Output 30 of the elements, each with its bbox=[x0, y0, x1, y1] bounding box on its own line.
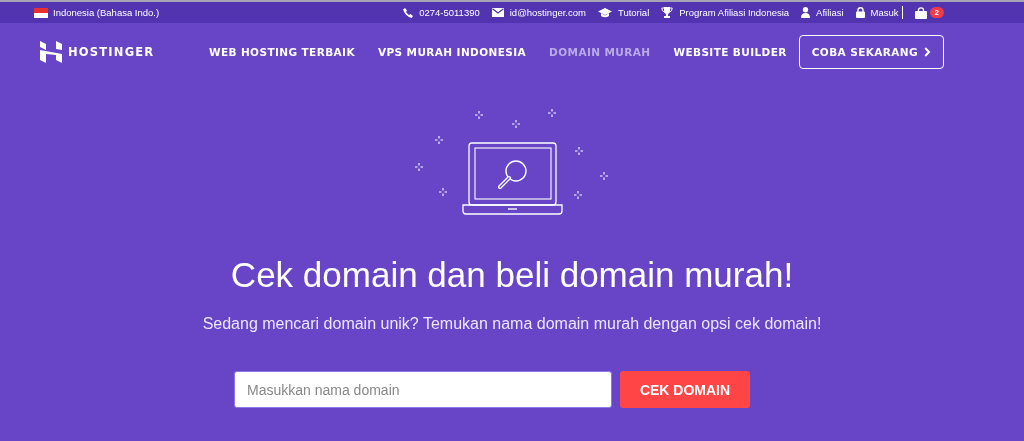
phone-icon bbox=[403, 7, 414, 18]
top-link[interactable]: id@hostinger.com bbox=[491, 7, 586, 18]
user-icon bbox=[801, 7, 811, 18]
logo-text[interactable]: HOSTINGER bbox=[68, 45, 155, 59]
flag-icon bbox=[34, 7, 48, 18]
nav-link[interactable]: WEBSITE BUILDER bbox=[673, 46, 787, 58]
trophy-icon bbox=[661, 7, 674, 18]
nav-link[interactable]: VPS MURAH INDONESIA bbox=[377, 46, 527, 58]
top-link[interactable]: Masuk bbox=[855, 7, 899, 18]
top-link-label: 0274-5011390 bbox=[419, 7, 480, 18]
nav-link[interactable]: WEB HOSTING TERBAIK bbox=[208, 46, 355, 58]
top-link-label: Masuk bbox=[870, 7, 899, 18]
top-link[interactable]: Afiliasi bbox=[801, 7, 844, 18]
hero-title: Cek domain dan beli domain murah! bbox=[229, 255, 795, 295]
top-link[interactable]: 0274-5011390 bbox=[403, 7, 480, 18]
domain-search-field[interactable]: Masukkan nama domain bbox=[234, 371, 612, 408]
lock-icon bbox=[855, 7, 865, 18]
graduation-cap-icon bbox=[597, 7, 612, 18]
language-selector[interactable]: Indonesia (Bahasa Indo.) bbox=[53, 7, 160, 18]
cart-count-badge: 2 bbox=[929, 7, 944, 18]
mail-icon bbox=[491, 8, 504, 17]
shopping-bag-icon[interactable] bbox=[914, 6, 927, 19]
top-link-label: Afiliasi bbox=[816, 7, 844, 18]
try-now-button[interactable]: COBA SEKARANG bbox=[798, 35, 944, 69]
chevron-icon bbox=[924, 47, 931, 57]
top-link[interactable]: Tutorial bbox=[597, 7, 650, 18]
top-link-label: id@hostinger.com bbox=[509, 7, 586, 18]
logo-icon[interactable] bbox=[40, 41, 62, 63]
hero-subtitle: Sedang mencari domain unik? Temukan nama domain murah dengan opsi cek domain! bbox=[201, 315, 823, 333]
top-link-label: Tutorial bbox=[617, 7, 650, 18]
